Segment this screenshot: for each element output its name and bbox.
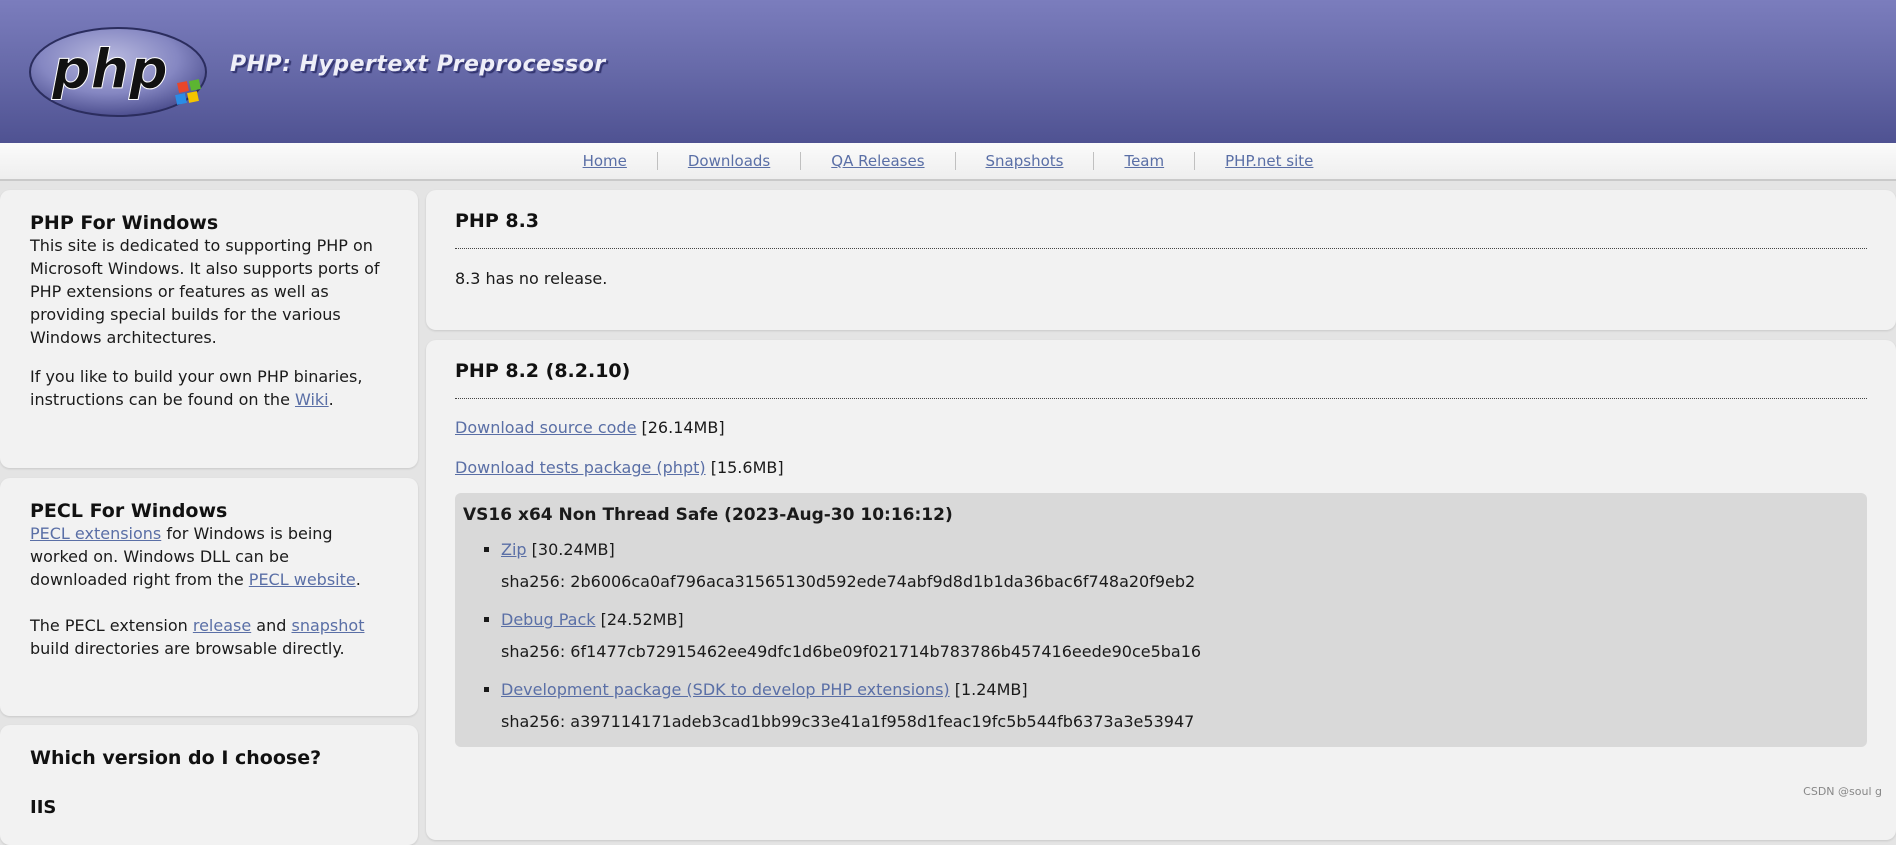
nav-php-net-site[interactable]: PHP.net site <box>1194 152 1343 170</box>
nav-snapshots[interactable]: Snapshots <box>955 152 1094 170</box>
pecl-extensions-link[interactable]: PECL extensions <box>30 524 161 543</box>
list-item: Development package (SDK to develop PHP … <box>501 679 1859 733</box>
which-version-title: Which version do I choose? <box>30 747 388 769</box>
nav-home[interactable]: Home <box>553 152 657 170</box>
svg-text:php: php <box>51 38 168 101</box>
php-8-3-status: 8.3 has no release. <box>455 267 1867 290</box>
php-8-3-panel: PHP 8.3 8.3 has no release. <box>426 190 1896 330</box>
sha256-hash: sha256: 2b6006ca0af796aca31565130d592ede… <box>501 571 1859 593</box>
nav-qa-releases[interactable]: QA Releases <box>800 152 954 170</box>
site-header: php PHP: Hypertext Preprocessor <box>0 0 1896 143</box>
watermark: CSDN @soul g <box>1803 785 1882 798</box>
file-size: [30.24MB] <box>527 540 615 559</box>
build-instructions-text: If you like to build your own PHP binari… <box>30 365 388 411</box>
zip-download-link[interactable]: Zip <box>501 540 527 559</box>
php-for-windows-panel: PHP For Windows This site is dedicated t… <box>0 190 418 468</box>
php-8-3-title: PHP 8.3 <box>455 210 1867 232</box>
source-size: [26.14MB] <box>636 418 724 437</box>
build-vs16-x64-nts: VS16 x64 Non Thread Safe (2023-Aug-30 10… <box>455 493 1867 747</box>
tests-size: [15.6MB] <box>706 458 784 477</box>
pecl-release-link[interactable]: release <box>193 616 251 635</box>
pecl-snapshot-link[interactable]: snapshot <box>291 616 364 635</box>
nav-downloads[interactable]: Downloads <box>657 152 800 170</box>
php-8-2-panel: PHP 8.2 (8.2.10) Download source code [2… <box>426 340 1896 840</box>
which-version-panel: Which version do I choose? IIS <box>0 725 418 845</box>
tests-download-line: Download tests package (phpt) [15.6MB] <box>455 456 1867 479</box>
pecl-for-windows-title: PECL For Windows <box>30 500 388 522</box>
build-title: VS16 x64 Non Thread Safe (2023-Aug-30 10… <box>463 505 1859 525</box>
pecl-for-windows-panel: PECL For Windows PECL extensions for Win… <box>0 478 418 716</box>
list-item: Zip [30.24MB] sha256: 2b6006ca0af796aca3… <box>501 539 1859 593</box>
php-for-windows-description: This site is dedicated to supporting PHP… <box>30 234 388 349</box>
php-for-windows-title: PHP For Windows <box>30 212 388 234</box>
debug-pack-link[interactable]: Debug Pack <box>501 610 596 629</box>
download-source-link[interactable]: Download source code <box>455 418 636 437</box>
top-navigation: Home Downloads QA Releases Snapshots Tea… <box>0 143 1896 181</box>
sha256-hash: sha256: a397114171adeb3cad1bb99c33e41a1f… <box>501 711 1859 733</box>
sha256-hash: sha256: 6f1477cb72915462ee49dfc1d6be09f0… <box>501 641 1859 663</box>
php-logo[interactable]: php <box>28 24 218 120</box>
site-tagline: PHP: Hypertext Preprocessor <box>230 52 606 77</box>
nav-team[interactable]: Team <box>1093 152 1194 170</box>
dev-package-link[interactable]: Development package (SDK to develop PHP … <box>501 680 950 699</box>
section-divider <box>455 248 1867 249</box>
source-download-line: Download source code [26.14MB] <box>455 416 1867 439</box>
section-divider <box>455 398 1867 399</box>
download-tests-link[interactable]: Download tests package (phpt) <box>455 458 706 477</box>
wiki-link[interactable]: Wiki <box>295 390 329 409</box>
list-item: Debug Pack [24.52MB] sha256: 6f1477cb729… <box>501 609 1859 663</box>
php-8-2-title: PHP 8.2 (8.2.10) <box>455 360 1867 382</box>
pecl-description: PECL extensions for Windows is being wor… <box>30 522 388 591</box>
file-size: [24.52MB] <box>596 610 684 629</box>
pecl-directories-text: The PECL extension release and snapshot … <box>30 614 388 660</box>
file-size: [1.24MB] <box>950 680 1028 699</box>
build-file-list: Zip [30.24MB] sha256: 2b6006ca0af796aca3… <box>463 539 1859 733</box>
pecl-website-link[interactable]: PECL website <box>249 570 356 589</box>
